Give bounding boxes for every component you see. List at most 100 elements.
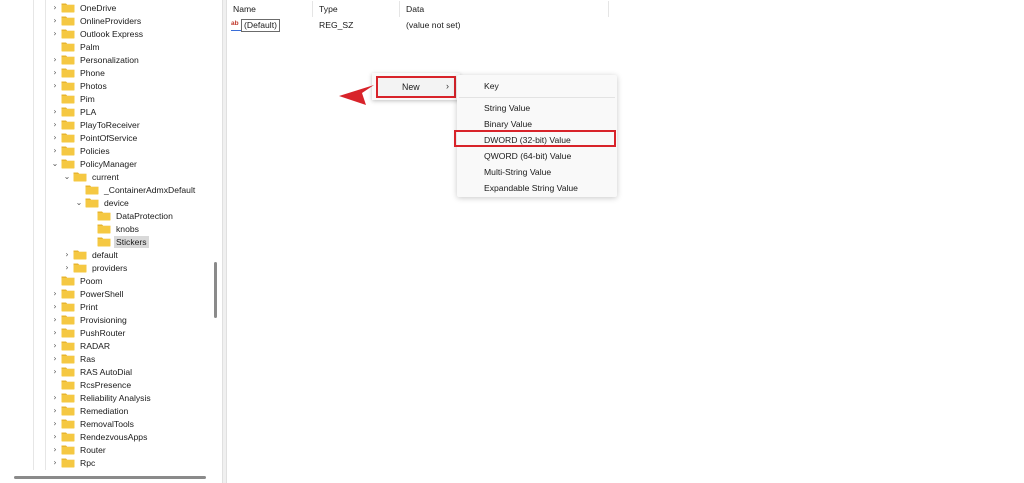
- tree-item[interactable]: › RAS AutoDial: [50, 365, 134, 378]
- tree-item-label: PointOfService: [80, 132, 138, 143]
- context-menu: New ›: [372, 73, 460, 100]
- folder-icon: [61, 3, 75, 13]
- tree-item[interactable]: › OnlineProviders: [50, 14, 143, 27]
- chevron-right-icon[interactable]: ›: [50, 132, 60, 144]
- tree-item[interactable]: _ContainerAdmxDefault: [74, 183, 197, 196]
- submenu-item-multi-string-value[interactable]: Multi-String Value: [457, 164, 617, 180]
- submenu-item-expandable-string-value[interactable]: Expandable String Value: [457, 180, 617, 196]
- tree-vertical-scrollbar[interactable]: [214, 262, 217, 318]
- registry-key-tree: › OneDrive › OnlineProviders › Outlook Expres…: [0, 0, 222, 483]
- folder-icon: [73, 172, 87, 182]
- tree-item[interactable]: › Rpc: [50, 456, 97, 469]
- chevron-right-icon[interactable]: ›: [50, 145, 60, 157]
- tree-item[interactable]: › RendezvousApps: [50, 430, 149, 443]
- tree-item[interactable]: › PointOfService: [50, 131, 139, 144]
- tree-item[interactable]: › Phone: [50, 66, 107, 79]
- tree-item[interactable]: › Remediation: [50, 404, 130, 417]
- chevron-right-icon[interactable]: ›: [50, 418, 60, 430]
- tree-item-label: Phone: [80, 67, 105, 78]
- chevron-right-icon[interactable]: ›: [50, 431, 60, 443]
- chevron-right-icon[interactable]: ›: [50, 353, 60, 365]
- chevron-right-icon[interactable]: ›: [50, 405, 60, 417]
- chevron-down-icon[interactable]: ⌄: [50, 158, 60, 170]
- chevron-down-icon[interactable]: ⌄: [62, 171, 72, 183]
- tree-item[interactable]: › Photos: [50, 79, 109, 92]
- value-name[interactable]: (Default): [241, 19, 280, 32]
- chevron-right-icon[interactable]: ›: [50, 54, 60, 66]
- chevron-right-icon[interactable]: ›: [50, 67, 60, 79]
- tree-item[interactable]: › Ras: [50, 352, 97, 365]
- chevron-right-icon[interactable]: ›: [50, 80, 60, 92]
- tree-item-label: Remediation: [80, 405, 129, 416]
- chevron-right-icon[interactable]: ›: [50, 457, 60, 469]
- chevron-right-icon[interactable]: ›: [50, 301, 60, 313]
- tree-item-label: PushRouter: [80, 327, 126, 338]
- column-header-name[interactable]: Name: [227, 1, 313, 17]
- tree-item[interactable]: › Print: [50, 300, 100, 313]
- tree-item[interactable]: Palm: [50, 40, 102, 53]
- tree-horizontal-scrollbar[interactable]: [14, 476, 206, 479]
- chevron-right-icon[interactable]: ›: [50, 288, 60, 300]
- tree-item[interactable]: › Router: [50, 443, 108, 456]
- tree-item[interactable]: › PushRouter: [50, 326, 127, 339]
- tree-item[interactable]: › OneDrive: [50, 1, 118, 14]
- tree-item[interactable]: › PLA: [50, 105, 98, 118]
- chevron-right-icon[interactable]: ›: [50, 119, 60, 131]
- folder-icon: [61, 354, 75, 364]
- tree-item[interactable]: ⌄ current: [62, 170, 121, 183]
- tree-item[interactable]: ⌄ device: [74, 196, 131, 209]
- tree-item-label: device: [104, 197, 129, 208]
- tree-item[interactable]: Stickers: [86, 235, 149, 248]
- value-row[interactable]: ab (Default) REG_SZ (value not set): [227, 18, 609, 33]
- tree-item-label: Policies: [80, 145, 110, 156]
- column-headers: Name Type Data: [227, 1, 609, 17]
- folder-icon: [61, 133, 75, 143]
- tree-item[interactable]: › PowerShell: [50, 287, 125, 300]
- folder-icon: [61, 16, 75, 26]
- chevron-right-icon[interactable]: ›: [50, 2, 60, 14]
- chevron-right-icon[interactable]: ›: [62, 262, 72, 274]
- tree-item[interactable]: › PlayToReceiver: [50, 118, 142, 131]
- tree-item[interactable]: Poom: [50, 274, 104, 287]
- submenu-item-binary-value[interactable]: Binary Value: [457, 116, 617, 132]
- tree-item[interactable]: Pim: [50, 92, 97, 105]
- chevron-right-icon[interactable]: ›: [50, 28, 60, 40]
- tree-item[interactable]: › providers: [62, 261, 129, 274]
- tree-item[interactable]: › Policies: [50, 144, 112, 157]
- tree-item[interactable]: › RemovalTools: [50, 417, 136, 430]
- chevron-right-icon[interactable]: ›: [50, 444, 60, 456]
- tree-item[interactable]: › default: [62, 248, 120, 261]
- column-header-type[interactable]: Type: [313, 1, 400, 17]
- chevron-right-icon[interactable]: ›: [50, 340, 60, 352]
- tree-item[interactable]: › Personalization: [50, 53, 141, 66]
- tree-item[interactable]: › Provisioning: [50, 313, 129, 326]
- registry-values-pane[interactable]: Name Type Data ab (Default) REG_SZ (valu…: [227, 0, 1024, 483]
- chevron-right-icon[interactable]: ›: [50, 327, 60, 339]
- chevron-right-icon[interactable]: ›: [50, 15, 60, 27]
- tree-item[interactable]: › RADAR: [50, 339, 112, 352]
- chevron-right-icon[interactable]: ›: [50, 366, 60, 378]
- menu-item-new[interactable]: New ›: [376, 76, 456, 98]
- submenu-item-dword-value[interactable]: DWORD (32-bit) Value: [457, 132, 617, 148]
- submenu-item-qword-value[interactable]: QWORD (64-bit) Value: [457, 148, 617, 164]
- tree-item[interactable]: DataProtection: [86, 209, 175, 222]
- chevron-right-icon[interactable]: ›: [50, 392, 60, 404]
- value-data: (value not set): [406, 20, 461, 30]
- folder-icon: [61, 445, 75, 455]
- column-header-data[interactable]: Data: [400, 1, 609, 17]
- chevron-right-icon[interactable]: ›: [62, 249, 72, 261]
- submenu-item-key[interactable]: Key: [457, 78, 617, 94]
- tree-item[interactable]: › Reliability Analysis: [50, 391, 153, 404]
- chevron-right-icon[interactable]: ›: [50, 314, 60, 326]
- tree-item[interactable]: knobs: [86, 222, 141, 235]
- tree-item-label: RAS AutoDial: [80, 366, 133, 377]
- tree-item[interactable]: ⌄ PolicyManager: [50, 157, 139, 170]
- tree-item[interactable]: RcsPresence: [50, 378, 133, 391]
- chevron-right-icon[interactable]: ›: [50, 106, 60, 118]
- submenu-item-string-value[interactable]: String Value: [457, 100, 617, 116]
- folder-icon: [61, 55, 75, 65]
- tree-item[interactable]: › Outlook Express: [50, 27, 145, 40]
- chevron-down-icon[interactable]: ⌄: [74, 197, 84, 209]
